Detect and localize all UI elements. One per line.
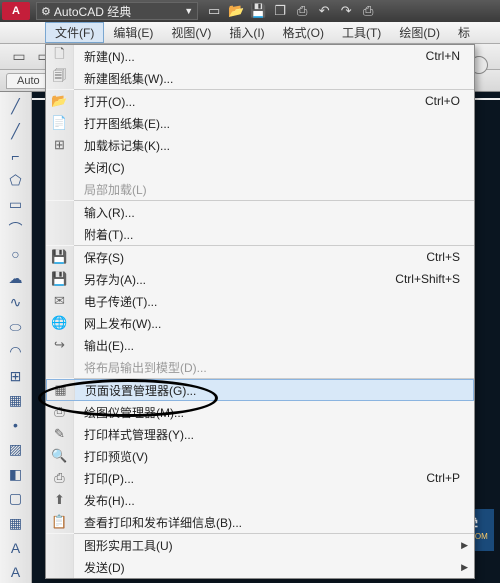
- publish-icon: ⬆: [46, 489, 74, 511]
- gear-icon: ⚙: [41, 5, 51, 18]
- menu-plotter-mgr[interactable]: ⎙绘图仪管理器(M)...: [46, 401, 474, 423]
- menu-publish-details[interactable]: 📋查看打印和发布详细信息(B)...: [46, 511, 474, 533]
- table-icon[interactable]: ▦: [4, 513, 28, 535]
- ray-icon[interactable]: ╱: [4, 121, 28, 143]
- menu-partial-load: 局部加载(L): [46, 178, 474, 200]
- saveas-icon: 💾: [46, 268, 74, 290]
- ellipse-icon[interactable]: ⬭: [4, 317, 28, 339]
- menu-close[interactable]: 关闭(C): [46, 156, 474, 178]
- menu-etransmit[interactable]: ✉电子传递(T)...: [46, 290, 474, 312]
- file-dropdown-menu: 🗋新建(N)...Ctrl+N 🗐新建图纸集(W)... 📂打开(O)...Ct…: [45, 44, 475, 579]
- page-setup-icon: ▦: [47, 380, 75, 400]
- polyline-icon[interactable]: ⌐: [4, 145, 28, 167]
- menu-view[interactable]: 视图(V): [162, 22, 220, 43]
- menu-save-as[interactable]: 💾另存为(A)...Ctrl+Shift+S: [46, 268, 474, 290]
- rectangle-icon[interactable]: ▭: [4, 194, 28, 216]
- submenu-arrow-icon: ▶: [461, 540, 468, 551]
- menu-annotate[interactable]: 标: [449, 22, 479, 43]
- menu-tools[interactable]: 工具(T): [333, 22, 390, 43]
- menu-plot-style[interactable]: ✎打印样式管理器(Y)...: [46, 423, 474, 445]
- menu-open[interactable]: 📂打开(O)...Ctrl+O: [46, 90, 474, 112]
- menu-import[interactable]: 输入(R)...: [46, 201, 474, 223]
- spline-icon[interactable]: ∿: [4, 292, 28, 314]
- mtext-icon[interactable]: A: [4, 562, 28, 583]
- new-icon[interactable]: ▭: [204, 2, 224, 20]
- hatch-icon[interactable]: ▨: [4, 439, 28, 461]
- workspace-selector[interactable]: ⚙ AutoCAD 经典 ▼: [36, 2, 198, 20]
- menu-new[interactable]: 🗋新建(N)...Ctrl+N: [46, 45, 474, 67]
- menu-send[interactable]: 发送(D)▶: [46, 556, 474, 578]
- gradient-icon[interactable]: ◧: [4, 464, 28, 486]
- submenu-arrow-icon: ▶: [461, 562, 468, 573]
- menu-open-sheet-set[interactable]: 📄打开图纸集(E)...: [46, 112, 474, 134]
- arc-icon[interactable]: ⌒: [4, 219, 28, 241]
- menu-format[interactable]: 格式(O): [274, 22, 333, 43]
- redo-icon[interactable]: ↷: [336, 2, 356, 20]
- menu-export[interactable]: ↪输出(E)...: [46, 334, 474, 356]
- etransmit-icon: ✉: [46, 290, 74, 312]
- markup-icon: ⊞: [46, 134, 74, 156]
- menu-new-sheet-set[interactable]: 🗐新建图纸集(W)...: [46, 67, 474, 89]
- menu-bar: 文件(F) 编辑(E) 视图(V) 插入(I) 格式(O) 工具(T) 绘图(D…: [0, 22, 500, 44]
- menu-insert[interactable]: 插入(I): [220, 22, 273, 43]
- menu-load-markup[interactable]: ⊞加载标记集(K)...: [46, 134, 474, 156]
- insert-icon[interactable]: ⊞: [4, 366, 28, 388]
- menu-page-setup[interactable]: ▦页面设置管理器(G)...: [46, 379, 474, 401]
- point-icon[interactable]: •: [4, 415, 28, 437]
- plot-style-icon: ✎: [46, 423, 74, 445]
- title-bar: A ⚙ AutoCAD 经典 ▼ ▭ 📂 💾 ❐ ⎙ ↶ ↷ ⎙: [0, 0, 500, 22]
- web-icon: 🌐: [46, 312, 74, 334]
- menu-plot[interactable]: ⎙打印(P)...Ctrl+P: [46, 467, 474, 489]
- menu-drawing-utils[interactable]: 图形实用工具(U)▶: [46, 534, 474, 556]
- menu-publish[interactable]: ⬆发布(H)...: [46, 489, 474, 511]
- open-icon: 📂: [46, 90, 74, 112]
- menu-save[interactable]: 💾保存(S)Ctrl+S: [46, 246, 474, 268]
- plotter-icon: ⎙: [46, 401, 74, 423]
- undo-icon[interactable]: ↶: [314, 2, 334, 20]
- text-icon[interactable]: A: [4, 537, 28, 559]
- line-icon[interactable]: ╱: [4, 96, 28, 118]
- print-icon[interactable]: ⎙: [292, 2, 312, 20]
- print2-icon[interactable]: ⎙: [358, 2, 378, 20]
- new-file-icon: 🗋: [46, 45, 74, 67]
- save-icon: 💾: [46, 246, 74, 268]
- doc-tab[interactable]: Auto: [6, 73, 51, 89]
- revcloud-icon[interactable]: ☁: [4, 268, 28, 290]
- menu-file[interactable]: 文件(F): [45, 22, 104, 43]
- polygon-icon[interactable]: ⬠: [4, 170, 28, 192]
- details-icon: 📋: [46, 511, 74, 533]
- draw-toolbar: ╱ ╱ ⌐ ⬠ ▭ ⌒ ○ ☁ ∿ ⬭ ◠ ⊞ ▦ • ▨ ◧ ▢ ▦ A A: [0, 92, 32, 583]
- menu-plot-preview[interactable]: 🔍打印预览(V): [46, 445, 474, 467]
- saveas-icon[interactable]: ❐: [270, 2, 290, 20]
- sheet-set-icon: 🗐: [46, 67, 74, 89]
- menu-edit[interactable]: 编辑(E): [104, 22, 162, 43]
- region-icon[interactable]: ▢: [4, 488, 28, 510]
- menu-draw[interactable]: 绘图(D): [390, 22, 449, 43]
- menu-attach[interactable]: 附着(T)...: [46, 223, 474, 245]
- open-sheet-icon: 📄: [46, 112, 74, 134]
- workspace-label: AutoCAD 经典: [54, 3, 131, 20]
- app-icon[interactable]: A: [2, 2, 30, 20]
- ellipse-arc-icon[interactable]: ◠: [4, 341, 28, 363]
- dropdown-arrow-icon: ▼: [184, 6, 193, 16]
- quick-access-toolbar: ▭ 📂 💾 ❐ ⎙ ↶ ↷ ⎙: [204, 2, 378, 20]
- circle-icon[interactable]: ○: [4, 243, 28, 265]
- save-icon[interactable]: 💾: [248, 2, 268, 20]
- preview-icon: 🔍: [46, 445, 74, 467]
- menu-publish-web[interactable]: 🌐网上发布(W)...: [46, 312, 474, 334]
- print-icon: ⎙: [46, 467, 74, 489]
- toolbar-new-icon[interactable]: ▭: [8, 46, 30, 68]
- block-icon[interactable]: ▦: [4, 390, 28, 412]
- export-icon: ↪: [46, 334, 74, 356]
- open-icon[interactable]: 📂: [226, 2, 246, 20]
- menu-export-layout: 将布局输出到模型(D)...: [46, 356, 474, 378]
